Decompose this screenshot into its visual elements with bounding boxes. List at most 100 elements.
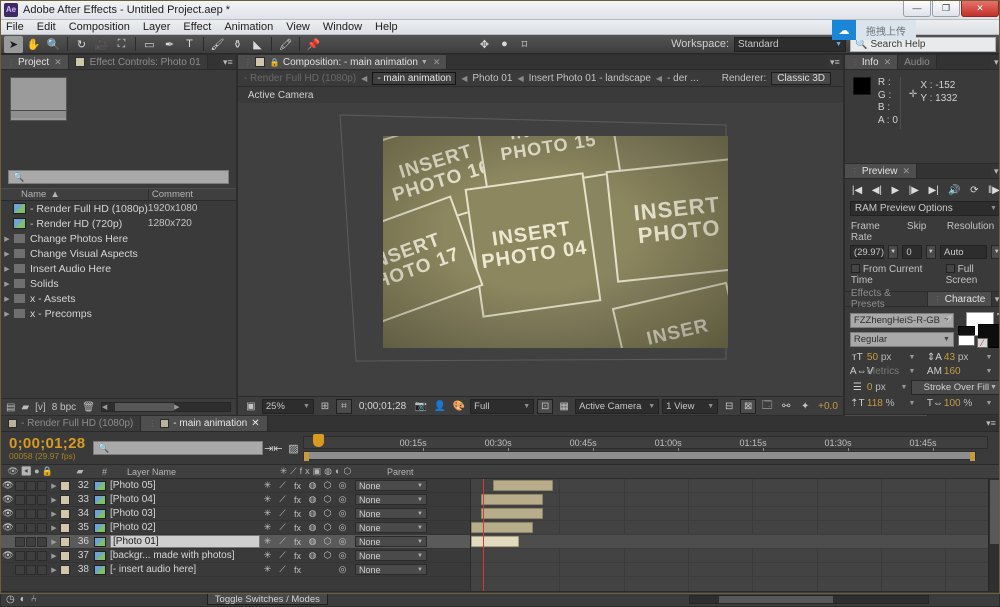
menu-help[interactable]: Help <box>375 21 398 33</box>
layer-switch-effects[interactable]: ✳ <box>260 522 275 533</box>
project-panel-menu-icon[interactable]: ▾≡ <box>220 55 236 69</box>
interpret-footage-icon[interactable]: [v] <box>35 402 46 413</box>
layer-switch-frame-blend[interactable]: ◍ <box>305 550 320 561</box>
toggle-grid-icon[interactable]: ▦ <box>556 399 572 414</box>
from-current-time-checkbox[interactable]: From Current Time <box>851 264 936 286</box>
layer-switch-fx[interactable]: fx <box>290 523 305 533</box>
trash-icon[interactable]: 🗑 <box>82 402 95 413</box>
timeline-link-icon[interactable]: ⊟ <box>721 399 737 414</box>
layer-label-color[interactable] <box>60 495 70 505</box>
layer-solo-toggle[interactable] <box>26 523 36 533</box>
play-button[interactable]: ▶ <box>891 185 899 196</box>
menu-composition[interactable]: Composition <box>69 21 130 33</box>
time-ruler-area[interactable]: 00:15s00:30s00:45s01:00s01:15s01:30s01:4… <box>303 432 988 465</box>
work-area-bar[interactable] <box>303 451 976 460</box>
chevron-down-icon[interactable]: ▼ <box>984 400 994 407</box>
graph-editor-icon[interactable]: ⑃ <box>31 594 37 605</box>
loop-button[interactable]: ⟳ <box>970 185 978 196</box>
column-comment[interactable]: Comment <box>148 189 236 200</box>
next-frame-button[interactable]: |▶ <box>909 185 919 196</box>
frame-rate-field[interactable]: (29.97) <box>850 245 884 259</box>
skip-field[interactable]: 0 <box>902 245 921 259</box>
lock-icon[interactable]: 🔒 <box>270 58 280 67</box>
layer-switch-quality[interactable]: ⟋ <box>275 536 290 547</box>
preview-panel-menu-icon[interactable]: ▾≡ <box>991 164 1000 178</box>
chevron-down-icon[interactable]: ▼ <box>899 384 909 391</box>
chevron-down-icon[interactable]: ▼ <box>421 59 428 66</box>
breadcrumb-item-insert-photo[interactable]: Insert Photo 01 - landscape <box>529 73 651 84</box>
layer-expand-triangle-icon[interactable]: ▶ <box>48 552 60 560</box>
tab-effect-controls[interactable]: Effect Controls: Photo 01 <box>69 55 208 69</box>
expand-triangle-icon[interactable]: ▶ <box>1 280 13 288</box>
layer-solo-toggle[interactable] <box>26 551 36 561</box>
no-color-icon[interactable]: ⁄ <box>977 338 988 348</box>
layer-audio-toggle[interactable] <box>15 523 25 533</box>
zoom-tool[interactable]: 🔍 <box>44 36 63 53</box>
snapshot-icon[interactable]: 📷 <box>413 399 429 414</box>
anchor-point-tool[interactable]: ⛶ <box>112 36 131 53</box>
skip-dropdown-icon[interactable]: ▼ <box>926 245 936 259</box>
layer-switch-3d[interactable]: ⬡ <box>320 508 335 519</box>
kerning-value[interactable]: Metrics <box>867 366 905 377</box>
show-snapshot-icon[interactable]: 👤 <box>432 399 448 414</box>
layer-parent-select[interactable]: None▼ <box>355 494 427 505</box>
toggle-switches-modes-button[interactable]: Toggle Switches / Modes <box>207 593 328 605</box>
shape-tool[interactable]: ▭ <box>140 36 159 53</box>
layer-switch-3d[interactable]: ⬡ <box>320 536 335 547</box>
layer-row[interactable]: 👁▶33[Photo 04]✳⟋fx◍⬡◎None▼ <box>1 493 470 507</box>
ram-preview-options-select[interactable]: RAM Preview Options ▼ <box>850 201 1000 216</box>
layer-switch-fx[interactable]: fx <box>290 537 305 547</box>
project-item[interactable]: ▶x - Assets <box>1 291 236 306</box>
chevron-down-icon[interactable]: ▼ <box>907 354 917 361</box>
magnification-select[interactable]: 25% ▼ <box>262 399 314 414</box>
breadcrumb-item-render[interactable]: - Render Full HD (1080p) <box>244 73 356 84</box>
text-tool[interactable]: T <box>180 36 199 53</box>
layer-switch-3d[interactable]: ⬡ <box>320 480 335 491</box>
layer-label-color[interactable] <box>60 551 70 561</box>
rotation-tool[interactable]: ↻ <box>72 36 91 53</box>
layer-switch-effects[interactable]: ✳ <box>260 536 275 547</box>
layer-parent-select[interactable]: None▼ <box>355 550 427 561</box>
toggle-mask-icon[interactable]: ⊡ <box>537 399 553 414</box>
composition-viewer[interactable]: INSERTPHOTO 16INSERTPHOTO 15INSERTPHOTO … <box>238 103 843 396</box>
layer-visibility-icon[interactable]: 👁 <box>1 522 15 533</box>
parent-pick-whip-icon[interactable]: ◎ <box>335 536 350 547</box>
work-area-start-handle[interactable] <box>304 452 309 461</box>
layer-switch-quality[interactable]: ⟋ <box>275 564 290 575</box>
layer-parent-select[interactable]: None▼ <box>355 508 427 519</box>
layer-parent-select[interactable]: None▼ <box>355 480 427 491</box>
maximize-button[interactable]: ❐ <box>932 0 960 17</box>
time-ruler[interactable]: 00:15s00:30s00:45s01:00s01:15s01:30s01:4… <box>303 436 988 449</box>
layer-switch-quality[interactable]: ⟋ <box>275 522 290 533</box>
close-icon[interactable]: ✕ <box>884 57 892 68</box>
parent-pick-whip-icon[interactable]: ◎ <box>335 522 350 533</box>
current-time-display[interactable]: 0;00;01;28 00058 (29.97 fps) <box>1 436 93 461</box>
project-item[interactable]: - Render HD (720p)1280x720 <box>1 216 236 231</box>
menu-edit[interactable]: Edit <box>37 21 56 33</box>
character-panel-menu-icon[interactable]: ▾≡ <box>992 292 1000 306</box>
stroke-order-select[interactable]: Stroke Over Fill ▼ <box>911 380 1000 395</box>
work-area-end-handle[interactable] <box>970 452 975 461</box>
layer-row[interactable]: 👁▶35[Photo 02]✳⟋fx◍⬡◎None▼ <box>1 521 470 535</box>
layer-parent-select[interactable]: None▼ <box>355 564 427 575</box>
camera-view-select[interactable]: Active Camera ▼ <box>575 399 659 414</box>
chevron-down-icon[interactable]: ▼ <box>907 368 917 375</box>
layer-audio-toggle[interactable] <box>15 551 25 561</box>
layer-label-color[interactable] <box>60 565 70 575</box>
breadcrumb-item-main-animation[interactable]: - main animation <box>372 72 456 85</box>
layer-lock-toggle[interactable] <box>37 495 47 505</box>
parent-pick-whip-icon[interactable]: ◎ <box>335 508 350 519</box>
layer-duration-bar[interactable] <box>471 522 533 533</box>
layer-parent-select[interactable]: None▼ <box>355 536 427 547</box>
choose-grid-icon[interactable]: ⊞ <box>317 399 333 414</box>
eyedropper-icon[interactable]: ✐ <box>944 313 953 326</box>
layer-audio-toggle[interactable] <box>15 509 25 519</box>
chevron-down-icon[interactable]: ▼ <box>907 400 917 407</box>
layer-audio-toggle[interactable] <box>15 537 25 547</box>
project-item[interactable]: ▶Change Visual Aspects <box>1 246 236 261</box>
roto-brush-tool[interactable]: 🖍 <box>276 36 295 53</box>
layer-solo-toggle[interactable] <box>26 481 36 491</box>
menu-layer[interactable]: Layer <box>143 21 171 33</box>
layer-visibility-icon[interactable]: 👁 <box>1 480 15 491</box>
layer-parent-select[interactable]: None▼ <box>355 522 427 533</box>
